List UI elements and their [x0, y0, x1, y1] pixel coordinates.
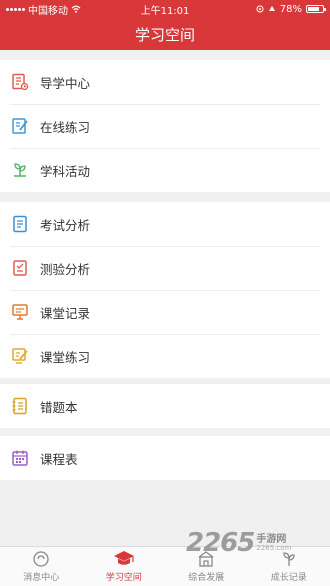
edit-icon	[10, 346, 30, 366]
battery-percent: 78%	[279, 3, 302, 15]
menu-group-2: 考试分析 测验分析 课堂记录 课堂练习	[0, 202, 330, 378]
watermark-cn: 手游网	[256, 533, 287, 545]
menu-group-1: 导学中心 在线练习 学科活动	[0, 60, 330, 192]
watermark-url: 2265.com	[256, 543, 292, 552]
tab-label: 综合发展	[188, 573, 225, 583]
checklist-icon	[10, 258, 30, 278]
menu-item-guide-center[interactable]: 导学中心	[0, 60, 330, 104]
menu-item-timetable[interactable]: 课程表	[0, 436, 330, 480]
tab-label: 学习空间	[105, 573, 142, 583]
guide-doc-icon	[10, 72, 30, 92]
menu-item-class-practice[interactable]: 课堂练习	[0, 334, 330, 378]
menu-item-label: 测验分析	[40, 261, 91, 277]
tab-message-center[interactable]: 消息中心	[0, 547, 83, 586]
menu-item-label: 学科活动	[40, 163, 91, 179]
alarm-icon	[268, 6, 275, 11]
menu-item-label: 在线练习	[40, 119, 91, 135]
menu-item-mistake-book[interactable]: 错题本	[0, 384, 330, 428]
menu-group-4: 课程表	[0, 436, 330, 480]
calendar-icon	[10, 448, 30, 468]
nav-bar: 学习空间	[0, 18, 330, 50]
menu-item-label: 课程表	[40, 451, 78, 467]
notebook-icon	[10, 396, 30, 416]
menu-item-quiz-analysis[interactable]: 测验分析	[0, 246, 330, 290]
board-icon	[10, 302, 30, 322]
menu-item-exam-analysis[interactable]: 考试分析	[0, 202, 330, 246]
menu-item-label: 课堂练习	[40, 349, 91, 365]
watermark-number: 2265	[186, 528, 255, 558]
battery-icon	[306, 5, 326, 13]
status-bar: 中国移动 上午11:01 78%	[0, 0, 330, 18]
menu-item-online-practice[interactable]: 在线练习	[0, 104, 330, 148]
page-title: 学习空间	[134, 25, 195, 44]
graduation-cap-icon	[113, 549, 135, 569]
tab-learning-space[interactable]: 学习空间	[83, 547, 166, 586]
signal-icon	[6, 7, 25, 11]
menu-item-label: 考试分析	[40, 217, 91, 233]
message-icon	[30, 549, 52, 569]
menu-item-label: 导学中心	[40, 75, 91, 91]
menu-content: 导学中心 在线练习 学科活动 考试分析 测验分析 课堂记录 课堂练习 错题本 课…	[0, 50, 330, 546]
sprout-icon	[10, 160, 30, 180]
tab-label: 消息中心	[23, 573, 60, 583]
carrier-label: 中国移动	[28, 5, 68, 17]
menu-item-class-record[interactable]: 课堂记录	[0, 290, 330, 334]
watermark-logo: 2265 手游网 2265.com	[186, 528, 326, 558]
menu-item-subject-activity[interactable]: 学科活动	[0, 148, 330, 192]
menu-group-3: 错题本	[0, 384, 330, 428]
location-icon	[256, 5, 264, 13]
wifi-icon	[71, 5, 81, 13]
edit-icon	[10, 116, 30, 136]
document-icon	[10, 214, 30, 234]
tab-label: 成长记录	[270, 573, 307, 583]
menu-item-label: 课堂记录	[40, 305, 91, 321]
menu-item-label: 错题本	[40, 399, 78, 415]
